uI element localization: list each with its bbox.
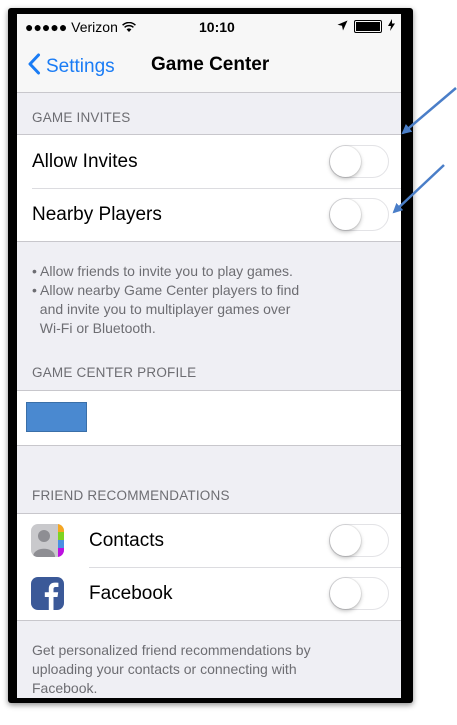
game-invites-footer: • Allow friends to invite you to play ga… [32, 262, 392, 338]
footer-line: • Allow friends to invite you to play ga… [32, 263, 293, 279]
wifi-icon [121, 19, 136, 35]
section-header-game-invites: GAME INVITES [32, 110, 131, 125]
chevron-left-icon [27, 53, 41, 81]
carrier-text: ●●●●● Verizon [25, 19, 118, 35]
footer-line: uploading your contacts or connecting wi… [32, 661, 297, 677]
allow-invites-row: Allow Invites [17, 135, 401, 188]
battery-icon [354, 19, 382, 33]
toggle-knob [330, 578, 361, 609]
charging-bolt-icon [388, 18, 395, 34]
contacts-label: Contacts [89, 530, 164, 551]
allow-invites-label: Allow Invites [32, 151, 138, 172]
contacts-row: Contacts [17, 514, 401, 567]
status-time: 10:10 [199, 19, 235, 35]
location-arrow-icon [337, 18, 348, 34]
friend-recommendations-group: Contacts Facebook [17, 513, 401, 621]
nearby-players-row: Nearby Players [17, 188, 401, 241]
phone-screen: ●●●●● Verizon 10:10 Settings Game Center… [17, 14, 401, 698]
facebook-row: Facebook [17, 567, 401, 620]
footer-line: Facebook. [32, 680, 98, 696]
footer-line: Wi-Fi or Bluetooth. [32, 320, 156, 336]
navigation-bar: Settings Game Center [17, 40, 401, 93]
footer-line: • Allow nearby Game Center players to fi… [32, 282, 300, 298]
footer-line: and invite you to multiplayer games over [32, 301, 291, 317]
status-bar: ●●●●● Verizon 10:10 [17, 14, 401, 40]
contacts-icon [31, 524, 64, 557]
footer-line: Get personalized friend recommendations … [32, 642, 311, 658]
section-header-friend-recommendations: FRIEND RECOMMENDATIONS [32, 488, 230, 503]
nearby-players-toggle[interactable] [329, 198, 389, 231]
contacts-toggle[interactable] [329, 524, 389, 557]
page-title: Game Center [151, 54, 270, 75]
profile-name-redaction [26, 402, 87, 432]
carrier-signal: ●●●●● Verizon [25, 19, 136, 35]
toggle-knob [330, 146, 361, 177]
toggle-knob [330, 525, 361, 556]
friend-recommendations-footer: Get personalized friend recommendations … [32, 641, 392, 698]
facebook-label: Facebook [89, 583, 173, 604]
toggle-knob [330, 199, 361, 230]
nearby-players-label: Nearby Players [32, 204, 162, 225]
facebook-toggle[interactable] [329, 577, 389, 610]
section-header-game-center-profile: GAME CENTER PROFILE [32, 365, 197, 380]
back-button[interactable]: Settings [27, 53, 115, 81]
facebook-icon [31, 577, 64, 610]
game-invites-group: Allow Invites Nearby Players [17, 134, 401, 242]
back-label: Settings [46, 56, 115, 77]
status-right [337, 18, 395, 34]
allow-invites-toggle[interactable] [329, 145, 389, 178]
game-center-profile-group [17, 390, 401, 446]
